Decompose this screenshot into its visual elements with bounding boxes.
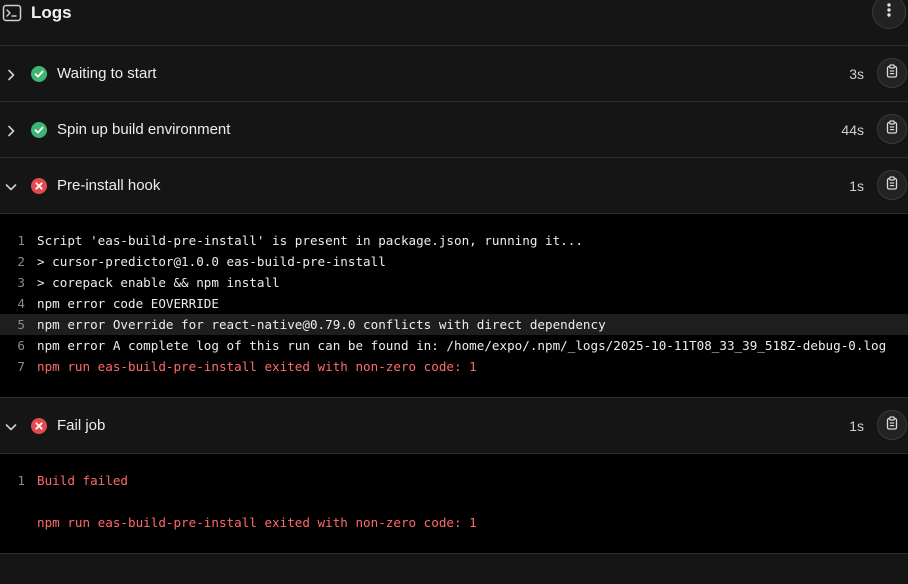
line-number: 5 xyxy=(17,317,25,332)
log-text: npm run eas-build-pre-install exited wit… xyxy=(37,359,477,374)
log-text: Build failed xyxy=(37,473,128,488)
log-footer-spacer xyxy=(0,554,908,584)
line-number: 4 xyxy=(17,296,25,311)
step-name: Waiting to start xyxy=(57,65,157,82)
copy-logs-button[interactable] xyxy=(877,58,907,88)
chevron-right-icon[interactable] xyxy=(5,68,17,86)
log-line: 6 npm error A complete log of this run ca… xyxy=(0,335,908,356)
step-name: Fail job xyxy=(57,417,106,434)
logs-header: Logs xyxy=(0,0,908,46)
copy-logs-button[interactable] xyxy=(877,170,907,200)
log-line: 3 > corepack enable && npm install xyxy=(0,272,908,293)
success-check-icon xyxy=(31,66,47,87)
step-name: Pre-install hook xyxy=(57,177,161,194)
log-text: npm error A complete log of this run can… xyxy=(37,338,887,353)
log-step-spin-up-build-environment[interactable]: Spin up build environment 44s xyxy=(0,102,908,158)
log-step-pre-install-hook[interactable]: Pre-install hook 1s xyxy=(0,158,908,214)
log-text: > cursor-predictor@1.0.0 eas-build-pre-i… xyxy=(37,254,386,269)
chevron-right-icon[interactable] xyxy=(5,124,17,142)
line-number: 7 xyxy=(17,359,25,374)
clipboard-icon xyxy=(885,63,899,83)
line-number: 1 xyxy=(17,473,25,488)
clipboard-icon xyxy=(885,415,899,435)
log-text: > corepack enable && npm install xyxy=(37,275,280,290)
log-line: 2 > cursor-predictor@1.0.0 eas-build-pre-… xyxy=(0,251,908,272)
line-number: 2 xyxy=(17,254,25,269)
step-duration: 1s xyxy=(849,418,864,434)
log-line-error: npm run eas-build-pre-install exited wit… xyxy=(0,512,908,533)
more-vertical-icon xyxy=(882,2,896,23)
log-line-error: 1 Build failed xyxy=(0,470,908,491)
chevron-down-icon[interactable] xyxy=(5,420,17,438)
success-check-icon xyxy=(31,122,47,143)
more-options-button[interactable] xyxy=(872,0,906,29)
log-line: 4 npm error code EOVERRIDE xyxy=(0,293,908,314)
log-output-pre-install-hook: 1 Script 'eas-build-pre-install' is prese… xyxy=(0,214,908,398)
log-output-fail-job: 1 Build failed npm run eas-build-pre-inst… xyxy=(0,454,908,554)
terminal-icon xyxy=(2,3,22,28)
log-line: 1 Script 'eas-build-pre-install' is prese… xyxy=(0,230,908,251)
log-text: npm run eas-build-pre-install exited wit… xyxy=(37,515,477,530)
log-line-highlighted: 5 npm error Override for react-native@0.7… xyxy=(0,314,908,335)
log-text: npm error code EOVERRIDE xyxy=(37,296,219,311)
copy-logs-button[interactable] xyxy=(877,114,907,144)
chevron-down-icon[interactable] xyxy=(5,180,17,198)
copy-logs-button[interactable] xyxy=(877,410,907,440)
step-duration: 1s xyxy=(849,178,864,194)
line-number: 3 xyxy=(17,275,25,290)
line-number: 1 xyxy=(17,233,25,248)
log-step-fail-job[interactable]: Fail job 1s xyxy=(0,398,908,454)
log-text: npm error Override for react-native@0.79… xyxy=(37,317,606,332)
page-title: Logs xyxy=(31,3,72,22)
log-text: Script 'eas-build-pre-install' is presen… xyxy=(37,233,583,248)
log-line-error: 7 npm run eas-build-pre-install exited wi… xyxy=(0,356,908,377)
step-duration: 44s xyxy=(841,122,864,138)
error-x-icon xyxy=(31,178,47,199)
clipboard-icon xyxy=(885,175,899,195)
clipboard-icon xyxy=(885,119,899,139)
step-duration: 3s xyxy=(849,66,864,82)
error-x-icon xyxy=(31,418,47,439)
step-name: Spin up build environment xyxy=(57,121,231,138)
line-number: 6 xyxy=(17,338,25,353)
log-step-waiting-to-start[interactable]: Waiting to start 3s xyxy=(0,46,908,102)
